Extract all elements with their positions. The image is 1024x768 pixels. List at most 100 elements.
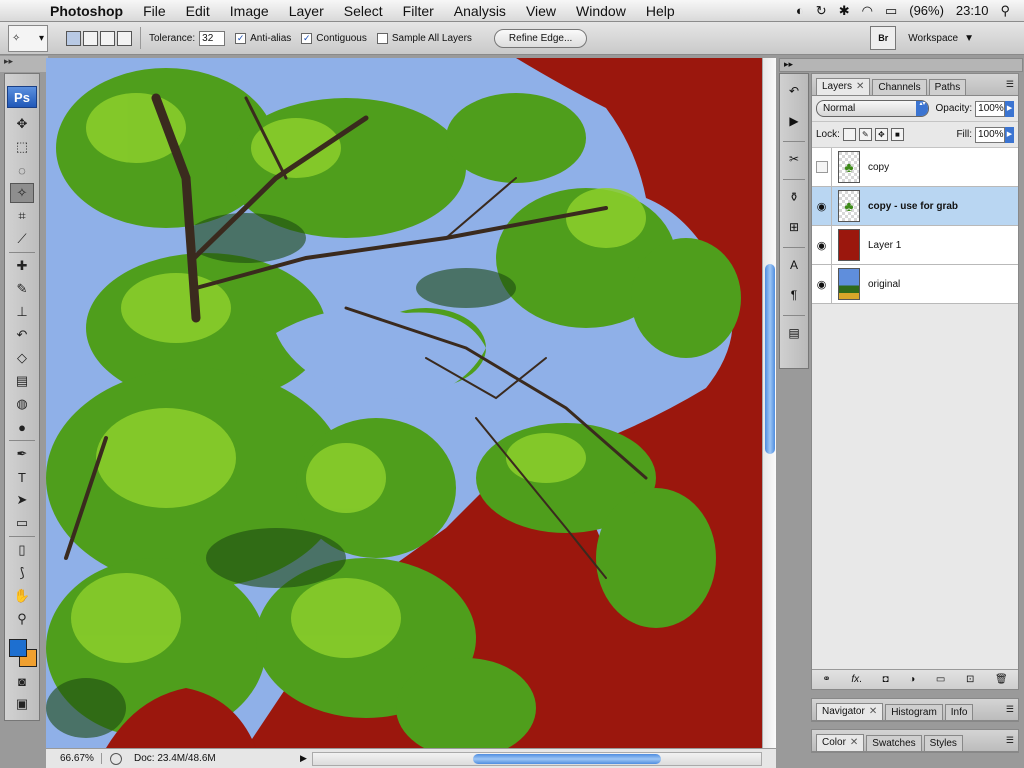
pen-tool-icon[interactable]: ✒ (10, 444, 34, 464)
layer-comps-icon[interactable]: ▤ (783, 323, 805, 343)
layer-row-selected[interactable]: ◉ ♣ copy - use for grab (812, 186, 1018, 226)
lock-position-icon[interactable]: ✥ (874, 128, 888, 141)
type-tool-icon[interactable]: T (10, 467, 34, 487)
panel-menu-icon[interactable]: ☰ (1006, 79, 1014, 90)
tool-presets-icon[interactable]: ✂ (783, 149, 805, 169)
brush-tool-icon[interactable]: ✎ (10, 279, 34, 299)
layer-row[interactable]: ◉ Layer 1 (812, 225, 1018, 265)
quick-mask-icon[interactable]: ◙ (10, 671, 34, 691)
vertical-scrollbar[interactable] (762, 58, 776, 748)
crop-tool-icon[interactable]: ⌗ (10, 206, 34, 226)
menu-filter[interactable]: Filter (393, 3, 444, 19)
menu-window[interactable]: Window (566, 3, 636, 19)
character-panel-icon[interactable]: A (783, 255, 805, 275)
slice-tool-icon[interactable]: ⟋ (10, 229, 34, 249)
layer-row[interactable]: ◉ original (812, 264, 1018, 304)
anti-alias-checkbox[interactable]: ✓ Anti-alias (235, 32, 291, 44)
healing-brush-tool-icon[interactable]: ✚ (10, 256, 34, 276)
path-selection-tool-icon[interactable]: ➤ (10, 490, 34, 510)
bluetooth-icon[interactable]: ✱ (839, 3, 850, 19)
history-panel-icon[interactable]: ↶ (783, 81, 805, 101)
toolbox-collapse-bar[interactable]: ▸▸ (0, 56, 48, 72)
sync-icon[interactable]: ↻ (816, 3, 827, 19)
new-group-icon[interactable]: ▭ (936, 674, 945, 685)
horizontal-scroll-thumb[interactable] (473, 753, 661, 764)
move-tool-icon[interactable]: ✥ (10, 114, 34, 134)
dodge-tool-icon[interactable]: ● (10, 417, 34, 437)
opacity-input[interactable]: 100% (975, 100, 1006, 117)
layer-name[interactable]: Layer 1 (868, 240, 901, 251)
visibility-toggle[interactable]: ◉ (812, 264, 832, 304)
visibility-toggle[interactable]: ◉ (812, 225, 832, 265)
spotlight-icon[interactable]: ⚲ (1000, 3, 1010, 19)
marquee-tool-icon[interactable]: ⬚ (10, 137, 34, 157)
actions-panel-icon[interactable]: ▶ (783, 111, 805, 131)
menu-edit[interactable]: Edit (176, 3, 220, 19)
visibility-toggle[interactable]: ◉ (812, 186, 832, 226)
menu-analysis[interactable]: Analysis (444, 3, 516, 19)
adjustment-layer-icon[interactable]: ◑ (909, 674, 915, 685)
layer-thumbnail[interactable] (838, 229, 860, 261)
lock-all-icon[interactable]: ■ (890, 128, 904, 141)
menu-file[interactable]: File (133, 3, 176, 19)
dock-collapse-bar[interactable]: ▸▸ (779, 58, 1023, 72)
lock-image-icon[interactable]: ✎ (858, 128, 872, 141)
fill-arrow-icon[interactable]: ▶ (1005, 126, 1014, 143)
paragraph-panel-icon[interactable]: ¶ (783, 285, 805, 305)
eraser-tool-icon[interactable]: ◇ (10, 348, 34, 368)
menu-image[interactable]: Image (220, 3, 279, 19)
panel-menu-icon[interactable]: ☰ (1006, 704, 1014, 715)
notes-tool-icon[interactable]: ▯ (10, 540, 34, 560)
adobe-cs-icon[interactable]: ◐ (796, 3, 804, 18)
lock-transparent-icon[interactable] (842, 128, 856, 141)
add-mask-icon[interactable]: ◘ (883, 674, 889, 685)
clone-stamp-tool-icon[interactable]: ⊥ (10, 302, 34, 322)
foreground-color-swatch[interactable] (9, 639, 27, 657)
shape-tool-icon[interactable]: ▭ (10, 513, 34, 533)
eyedropper-tool-icon[interactable]: ⟆ (10, 563, 34, 583)
panel-menu-icon[interactable]: ☰ (1006, 735, 1014, 746)
menu-select[interactable]: Select (334, 3, 393, 19)
layer-style-icon[interactable]: fx. (851, 674, 862, 685)
layer-name[interactable]: copy (868, 162, 889, 173)
opacity-arrow-icon[interactable]: ▶ (1005, 100, 1014, 117)
layer-thumbnail[interactable] (838, 268, 860, 300)
tolerance-input[interactable]: 32 (199, 30, 226, 46)
screen-mode-icon[interactable]: ▣ (10, 694, 34, 714)
history-brush-tool-icon[interactable]: ↶ (10, 325, 34, 345)
intersect-selection-button[interactable] (117, 30, 132, 46)
refine-edge-button[interactable]: Refine Edge... (493, 28, 588, 48)
tab-swatches[interactable]: Swatches (866, 735, 922, 751)
vertical-scroll-thumb[interactable] (765, 264, 775, 454)
new-selection-button[interactable] (66, 30, 81, 46)
ps-logo[interactable]: Ps (7, 86, 37, 108)
tab-histogram[interactable]: Histogram (885, 704, 943, 720)
sample-all-layers-checkbox[interactable]: Sample All Layers (376, 32, 472, 44)
close-icon[interactable]: ✕ (856, 81, 864, 92)
blend-mode-select[interactable]: Normal (816, 100, 930, 117)
layer-thumbnail[interactable]: ♣ (838, 151, 860, 183)
layer-name[interactable]: copy - use for grab (868, 201, 958, 212)
layer-name[interactable]: original (868, 279, 900, 290)
menu-help[interactable]: Help (636, 3, 685, 19)
clock[interactable]: 23:10 (956, 3, 989, 18)
tab-layers[interactable]: Layers ✕ (816, 78, 871, 95)
status-menu-arrow-icon[interactable]: ▶ (300, 753, 312, 764)
clone-source-icon[interactable]: ⊞ (783, 217, 805, 237)
brushes-panel-icon[interactable]: ⚱ (783, 187, 805, 207)
version-cue-icon[interactable] (110, 752, 122, 765)
contiguous-checkbox[interactable]: ✓ Contiguous (301, 32, 367, 44)
link-layers-icon[interactable]: ⚭ (822, 674, 830, 685)
app-menu[interactable]: Photoshop (40, 3, 133, 19)
tab-paths[interactable]: Paths (928, 79, 967, 95)
close-icon[interactable]: ✕ (869, 706, 877, 717)
layer-thumbnail[interactable]: ♣ (838, 190, 860, 222)
zoom-tool-icon[interactable]: ⚲ (10, 609, 34, 629)
menu-layer[interactable]: Layer (279, 3, 334, 19)
new-layer-icon[interactable]: ⊡ (966, 674, 974, 685)
battery-icon[interactable]: ▭ (885, 3, 897, 19)
zoom-level[interactable]: 66.67% (46, 753, 102, 764)
magic-wand-tool-icon[interactable]: ✧ (10, 183, 34, 203)
fill-input[interactable]: 100% (975, 126, 1005, 143)
lasso-tool-icon[interactable]: ◌ (10, 160, 34, 180)
